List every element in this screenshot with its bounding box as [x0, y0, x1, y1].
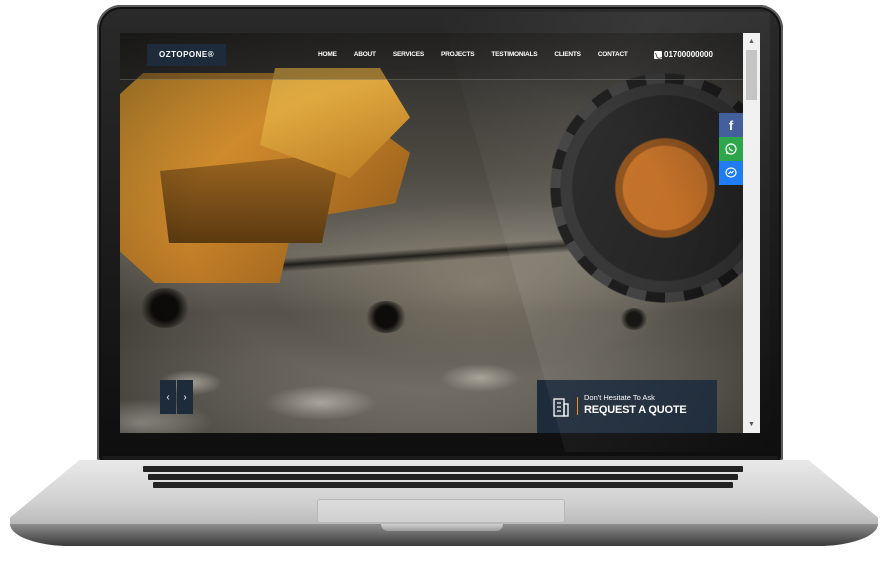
nav-projects[interactable]: PROJECTS: [441, 51, 475, 58]
quote-tagline: Don't Hesitate To Ask: [584, 393, 655, 402]
nav-home[interactable]: HOME: [318, 51, 337, 58]
quote-divider: [577, 397, 578, 415]
nav-services[interactable]: SERVICES: [393, 51, 424, 58]
social-sidebar: f: [719, 113, 743, 185]
messenger-icon[interactable]: [719, 161, 743, 185]
facebook-icon[interactable]: f: [719, 113, 743, 137]
building-icon: [553, 398, 569, 417]
laptop-notch: [381, 524, 503, 531]
scroll-up-arrow[interactable]: ▲: [743, 33, 760, 50]
main-nav: HOME ABOUT SERVICES PROJECTS TESTIMONIAL…: [318, 51, 645, 58]
quote-cta-label: REQUEST A QUOTE: [584, 404, 687, 416]
scroll-down-arrow[interactable]: ▼: [743, 416, 760, 433]
laptop-keyboard: [140, 466, 746, 494]
nav-testimonials[interactable]: TESTIMONIALS: [491, 51, 537, 58]
slider-controls: ‹ ›: [160, 380, 193, 414]
phone-number: 01700000000: [664, 50, 713, 59]
nav-clients[interactable]: CLIENTS: [554, 51, 581, 58]
nav-about[interactable]: ABOUT: [354, 51, 376, 58]
nav-contact[interactable]: CONTACT: [598, 51, 628, 58]
website-viewport: OZTOPONE® HOME ABOUT SERVICES PROJECTS T…: [120, 33, 743, 433]
phone-link[interactable]: 01700000000: [654, 50, 713, 59]
slider-prev-button[interactable]: ‹: [160, 380, 176, 414]
browser-screen: OZTOPONE® HOME ABOUT SERVICES PROJECTS T…: [120, 33, 760, 433]
request-quote-button[interactable]: Don't Hesitate To Ask REQUEST A QUOTE: [537, 380, 717, 433]
vertical-scrollbar[interactable]: ▲ ▼: [743, 33, 760, 433]
whatsapp-icon[interactable]: [719, 137, 743, 161]
slider-next-button[interactable]: ›: [177, 380, 193, 414]
navbar: OZTOPONE® HOME ABOUT SERVICES PROJECTS T…: [120, 33, 743, 80]
hero-vignette: [120, 33, 743, 433]
site-logo[interactable]: OZTOPONE®: [147, 44, 227, 66]
laptop-trackpad: [317, 499, 565, 523]
scroll-thumb[interactable]: [746, 50, 757, 100]
phone-icon: [654, 50, 662, 59]
